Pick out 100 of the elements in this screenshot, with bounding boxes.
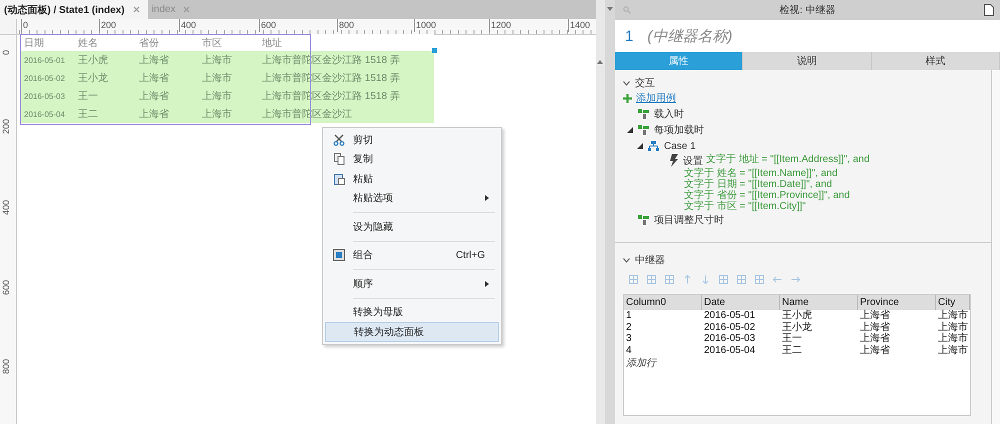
scrollbar[interactable]	[596, 0, 606, 424]
group-icon	[333, 249, 345, 262]
table-cell-text: 上海省	[138, 54, 170, 67]
action-detail: 文字于 市区 = "[[Item.City]]"	[683, 201, 807, 212]
scroll-up-icon[interactable]	[597, 60, 604, 64]
right-arrow-icon[interactable]	[791, 275, 800, 284]
up-arrow-icon[interactable]	[683, 275, 692, 284]
event-label[interactable]: 载入时	[654, 107, 684, 121]
table-cell-text: 2016-05-03	[23, 92, 66, 100]
grid-icon[interactable]	[647, 275, 656, 284]
widget-number: 1	[625, 28, 634, 44]
table-cell[interactable]: 2016-05-03	[702, 333, 780, 344]
table-cell[interactable]: 上海省	[858, 344, 936, 356]
ruler-label: 0	[1, 50, 11, 55]
document-tab[interactable]: (动态面板) / State1 (index)	[0, 0, 148, 19]
menu-item[interactable]: 粘贴选项	[325, 188, 499, 208]
table-cell-text: 上海省	[138, 72, 170, 85]
case-icon	[648, 141, 659, 151]
add-row-link[interactable]: 添加行	[624, 356, 970, 370]
ruler-label: 400	[179, 19, 196, 32]
action-detail: 文字于 日期 = "[[Item.Date]]", and	[683, 179, 833, 190]
event-flag-icon	[638, 109, 649, 119]
action-detail: 文字于 省份 = "[[Item.Province]]", and	[683, 190, 851, 201]
menu-item[interactable]: 复制	[325, 150, 499, 169]
table-cell[interactable]: 4	[624, 344, 702, 356]
section-header[interactable]: 中继器	[623, 253, 983, 267]
ruler-label: 1400	[568, 19, 590, 32]
menu-item[interactable]: 顺序	[325, 274, 499, 294]
table-cell-text: 上海省	[138, 108, 170, 121]
down-arrow-icon[interactable]	[701, 275, 710, 284]
column-header[interactable]: Province	[858, 295, 936, 310]
close-icon[interactable]	[132, 6, 140, 13]
left-arrow-icon[interactable]	[773, 275, 782, 284]
grid-icon[interactable]	[719, 275, 728, 284]
table-cell[interactable]: 上海市	[936, 322, 970, 333]
panel-tab[interactable]: 样式	[872, 52, 1000, 70]
ruler-label: 400	[1, 200, 11, 215]
table-cell[interactable]: 上海市	[936, 344, 970, 356]
table-cell[interactable]: 王小龙	[780, 322, 858, 333]
ruler-label: 1200	[489, 19, 512, 32]
close-icon[interactable]	[183, 6, 190, 13]
table-cell[interactable]: 2	[624, 322, 702, 333]
paste-icon	[334, 172, 344, 185]
search-icon[interactable]	[623, 6, 631, 14]
panel-title: 检视: 中继器	[778, 4, 836, 17]
table-cell-text: 省份	[138, 36, 160, 50]
table-cell[interactable]: 王二	[780, 344, 858, 356]
table-cell[interactable]: 2016-05-04	[702, 344, 780, 356]
ruler-label: 600	[1, 280, 11, 295]
table-cell[interactable]: 上海省	[858, 310, 936, 322]
table-cell[interactable]: 2016-05-02	[702, 322, 780, 333]
table-cell[interactable]: 上海市	[936, 310, 970, 322]
case-label[interactable]: Case 1	[664, 140, 696, 152]
menu-item[interactable]: 剪切	[325, 130, 499, 150]
column-header[interactable]: Date	[702, 295, 780, 310]
event-flag-icon	[638, 215, 649, 225]
section-header[interactable]: 交互	[623, 76, 983, 90]
ruler-label: 1000	[414, 19, 436, 32]
ruler-label: 200	[99, 19, 116, 32]
event-label[interactable]: 每项加载时	[654, 123, 704, 137]
grid-icon[interactable]	[665, 275, 674, 284]
dropdown-icon[interactable]	[607, 7, 614, 11]
copy-icon	[334, 153, 344, 166]
tab-label: index	[152, 4, 176, 15]
menu-item[interactable]: 转换为母版	[325, 302, 499, 322]
table-cell-text: 2016-05-04	[23, 110, 66, 118]
column-header[interactable]: Name	[780, 295, 858, 310]
column-header[interactable]: City	[936, 295, 970, 310]
table-cell-text: 王小龙	[77, 72, 109, 85]
menu-item[interactable]: 组合 Ctrl+G	[325, 246, 499, 265]
tree-toggle-icon[interactable]	[627, 127, 633, 133]
column-header[interactable]: Column0	[624, 295, 702, 310]
scrollbar[interactable]	[991, 70, 1000, 424]
table-cell-text: 2016-05-02	[23, 74, 66, 82]
event-label[interactable]: 项目调整尺寸时	[654, 213, 724, 227]
action-label[interactable]: 设置	[683, 154, 703, 168]
table-cell[interactable]: 2016-05-01	[702, 310, 780, 322]
grid-icon[interactable]	[737, 275, 746, 284]
menu-item[interactable]: 粘贴	[325, 169, 499, 188]
table-cell[interactable]: 上海市	[936, 333, 970, 344]
table-cell-text: 日期	[23, 36, 45, 50]
table-cell[interactable]: 王小虎	[780, 310, 858, 322]
table-cell[interactable]: 王一	[780, 333, 858, 344]
menu-item[interactable]: 设为隐藏	[325, 217, 499, 236]
table-cell[interactable]: 上海省	[858, 322, 936, 333]
tree-toggle-icon[interactable]	[637, 143, 643, 149]
panel-tab[interactable]: 说明	[743, 52, 872, 70]
widget-name-field[interactable]: (中继器名称)	[647, 26, 732, 46]
page-icon[interactable]	[984, 4, 994, 16]
table-cell-text: 上海市	[201, 72, 233, 85]
table-cell[interactable]: 1	[624, 310, 702, 322]
table-cell[interactable]: 3	[624, 333, 702, 344]
table-cell-text: 市区	[201, 36, 223, 50]
add-case-link[interactable]: 添加用例	[636, 91, 676, 105]
grid-icon[interactable]	[629, 275, 638, 284]
chevron-icon	[623, 258, 630, 262]
grid-icon[interactable]	[755, 275, 764, 284]
table-cell-text: 上海市	[201, 54, 233, 67]
table-cell[interactable]: 上海省	[858, 333, 936, 344]
menu-item[interactable]: 转换为动态面板	[325, 322, 499, 342]
